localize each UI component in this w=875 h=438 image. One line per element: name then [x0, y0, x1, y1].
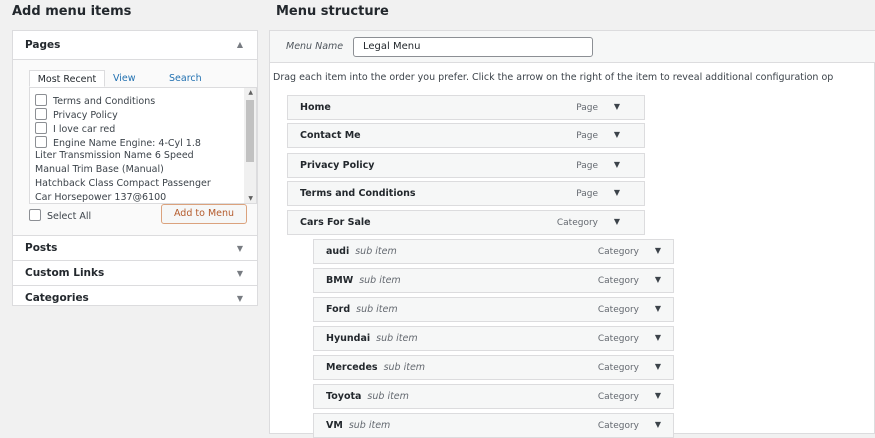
menu-item[interactable]: Home Page ▼: [287, 95, 645, 120]
menu-sub-item[interactable]: audi sub item Category ▼: [313, 239, 674, 264]
list-item[interactable]: Engine Name Engine: 4-Cyl 1.8: [35, 136, 201, 149]
caret-down-icon[interactable]: ▼: [655, 246, 661, 255]
item-type: Page: [576, 161, 598, 171]
page-checkbox[interactable]: [35, 136, 47, 148]
caret-down-icon[interactable]: ▼: [614, 217, 620, 226]
caret-up-icon: ▲: [236, 40, 243, 49]
caret-down-icon: ▼: [236, 244, 243, 253]
menu-item[interactable]: Privacy Policy Page ▼: [287, 153, 645, 178]
item-type: Category: [597, 363, 639, 373]
item-type: Category: [597, 305, 639, 315]
page-checkbox[interactable]: [35, 108, 47, 120]
menu-structure-title: Menu structure: [276, 4, 389, 19]
item-type: Category: [597, 334, 639, 344]
caret-down-icon[interactable]: ▼: [655, 304, 661, 313]
list-item[interactable]: Privacy Policy: [35, 108, 118, 121]
list-item: Car Horsepower 137@6100: [35, 192, 167, 203]
caret-down-icon[interactable]: ▼: [655, 333, 661, 342]
posts-section-header[interactable]: Posts ▼: [13, 235, 257, 260]
sub-item-label: sub item: [367, 391, 409, 402]
caret-down-icon[interactable]: ▼: [614, 188, 620, 197]
categories-section-label: Categories: [25, 292, 89, 304]
caret-down-icon[interactable]: ▼: [655, 275, 661, 284]
item-type: Page: [576, 189, 598, 199]
list-item[interactable]: I love car red: [35, 122, 115, 135]
sub-item-label: sub item: [348, 420, 391, 431]
menu-sub-item[interactable]: Ford sub item Category ▼: [313, 297, 674, 322]
menu-instructions: Drag each item into the order you prefer…: [273, 72, 834, 83]
menu-sub-item[interactable]: BMW sub item Category ▼: [313, 268, 674, 293]
pages-section-header[interactable]: Pages ▲: [13, 31, 257, 59]
caret-down-icon: ▼: [236, 269, 243, 278]
sub-item-label: sub item: [359, 275, 401, 286]
menu-name-input[interactable]: Legal Menu: [353, 37, 593, 57]
item-type: Category: [597, 247, 639, 257]
item-type: Page: [576, 131, 598, 141]
caret-down-icon[interactable]: ▼: [614, 102, 620, 111]
menu-sub-item[interactable]: Mercedes sub item Category ▼: [313, 355, 674, 380]
scroll-thumb[interactable]: [246, 100, 254, 162]
list-item: Liter Transmission Name 6 Speed: [35, 150, 194, 161]
menu-structure-panel: Menu Name Legal Menu Drag each item into…: [269, 30, 875, 438]
caret-down-icon: ▼: [236, 294, 243, 303]
pages-checklist: Terms and Conditions Privacy Policy I lo…: [29, 87, 257, 204]
custom-links-section-label: Custom Links: [25, 267, 105, 279]
sub-item-label: sub item: [383, 362, 426, 373]
custom-links-section-header[interactable]: Custom Links ▼: [13, 260, 257, 285]
item-type: Page: [576, 103, 598, 113]
tab-most-recent[interactable]: Most Recent: [29, 70, 105, 87]
pages-section-label: Pages: [25, 39, 61, 51]
list-item[interactable]: Terms and Conditions: [35, 94, 155, 107]
caret-down-icon[interactable]: ▼: [614, 160, 620, 169]
menu-sub-item[interactable]: VM sub item Category ▼: [313, 413, 674, 438]
list-item: Manual Trim Base (Manual): [35, 164, 164, 175]
scroll-down-icon[interactable]: ▼: [248, 195, 253, 202]
sub-item-label: sub item: [355, 246, 397, 257]
add-to-menu-button[interactable]: Add to Menu: [161, 204, 247, 224]
menu-item[interactable]: Contact Me Page ▼: [287, 123, 645, 148]
scroll-up-icon[interactable]: ▲: [248, 89, 253, 96]
posts-section-label: Posts: [25, 242, 58, 254]
select-all-checkbox[interactable]: [29, 209, 41, 221]
tab-view-all[interactable]: View All: [113, 70, 136, 101]
pages-section-body: Most Recent View All Search Terms and Co…: [13, 59, 257, 235]
menu-item[interactable]: Terms and Conditions Page ▼: [287, 181, 645, 206]
menu-sub-item[interactable]: Hyundai sub item Category ▼: [313, 326, 674, 351]
page-checkbox[interactable]: [35, 94, 47, 106]
sub-item-label: sub item: [376, 333, 418, 344]
select-all-option[interactable]: Select All: [29, 209, 91, 222]
sub-item-label: sub item: [356, 304, 398, 315]
menu-sub-item[interactable]: Toyota sub item Category ▼: [313, 384, 674, 409]
caret-down-icon[interactable]: ▼: [655, 420, 661, 429]
add-menu-items-panel: Pages ▲ Most Recent View All Search Term…: [12, 30, 258, 306]
menu-name-bar: Menu Name Legal Menu: [270, 31, 875, 63]
list-scrollbar[interactable]: ▲ ▼: [244, 88, 256, 203]
list-item: Hatchback Class Compact Passenger: [35, 178, 211, 189]
menu-item[interactable]: Cars For Sale Category ▼: [287, 210, 645, 235]
caret-down-icon[interactable]: ▼: [614, 130, 620, 139]
menu-name-label: Menu Name: [286, 41, 344, 52]
item-type: Category: [597, 421, 639, 431]
caret-down-icon[interactable]: ▼: [655, 391, 661, 400]
item-type: Category: [556, 218, 598, 228]
tab-search[interactable]: Search: [169, 70, 202, 87]
item-type: Category: [597, 276, 639, 286]
item-type: Category: [597, 392, 639, 402]
categories-section-header[interactable]: Categories ▼: [13, 285, 257, 310]
page-checkbox[interactable]: [35, 122, 47, 134]
caret-down-icon[interactable]: ▼: [655, 362, 661, 371]
add-menu-items-title: Add menu items: [12, 4, 132, 19]
